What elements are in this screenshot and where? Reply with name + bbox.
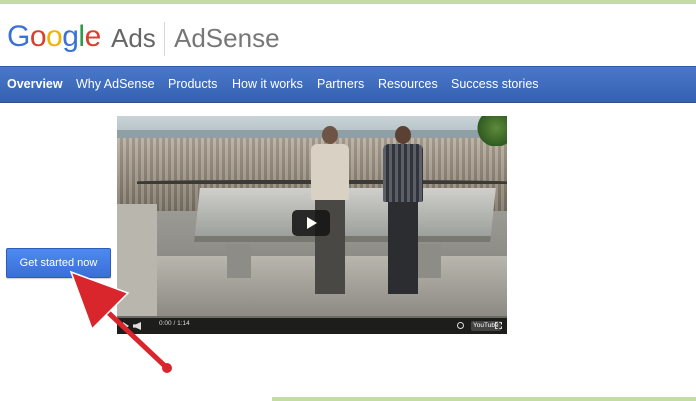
ads-label: Ads	[111, 23, 156, 53]
logo-letter: o	[29, 20, 47, 53]
main-nav: Overview Why AdSense Products How it wor…	[0, 66, 696, 103]
get-started-button[interactable]: Get started now	[6, 248, 111, 278]
bottom-accent-strip	[272, 397, 696, 401]
logo-letter: e	[84, 20, 102, 53]
product-title: AdSense	[174, 23, 280, 53]
video-player[interactable]: 0:00 / 1:14 YouTube	[117, 116, 507, 334]
video-tree	[477, 116, 507, 146]
video-controls: 0:00 / 1:14 YouTube	[117, 318, 507, 334]
logo-letter: o	[46, 20, 63, 53]
video-time: 0:00 / 1:14	[159, 320, 190, 327]
video-pillar	[117, 204, 157, 316]
video-table-leg	[227, 244, 251, 278]
play-icon[interactable]	[292, 210, 330, 236]
nav-item-why-adsense[interactable]: Why AdSense	[76, 67, 155, 102]
nav-item-how-it-works[interactable]: How it works	[232, 67, 303, 102]
nav-item-resources[interactable]: Resources	[378, 67, 438, 102]
volume-icon[interactable]	[133, 322, 141, 330]
header-divider	[164, 22, 165, 56]
google-logo[interactable]: Google	[7, 20, 101, 54]
logo-letter: G	[7, 20, 30, 53]
header: Google Ads AdSense	[0, 4, 696, 66]
arrow-tail-dot	[162, 363, 172, 373]
nav-item-products[interactable]: Products	[168, 67, 217, 102]
video-person-right	[379, 126, 427, 296]
nav-item-partners[interactable]: Partners	[317, 67, 364, 102]
fullscreen-icon[interactable]	[495, 322, 502, 329]
nav-item-success-stories[interactable]: Success stories	[451, 67, 539, 102]
logo-letter: g	[62, 20, 79, 53]
play-small-icon[interactable]	[123, 322, 129, 330]
nav-item-overview[interactable]: Overview	[7, 67, 63, 102]
gear-icon[interactable]	[457, 322, 464, 329]
